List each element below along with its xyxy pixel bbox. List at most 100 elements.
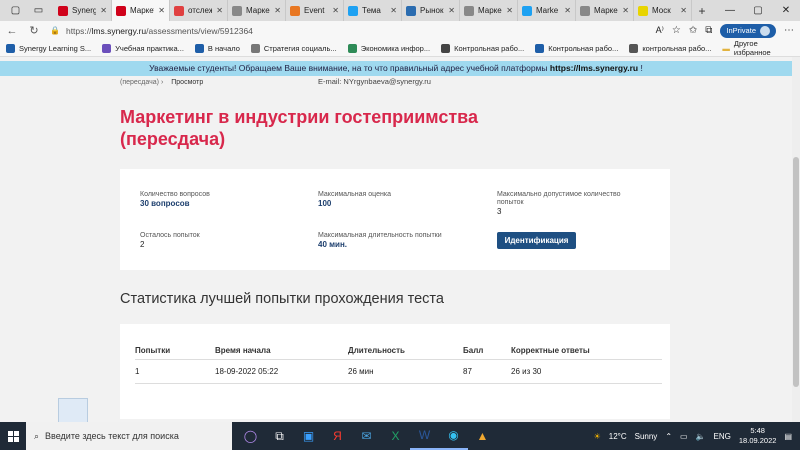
network-icon[interactable]: ▭ [680,432,688,441]
scrollbar-thumb[interactable] [793,157,799,387]
windows-logo-icon [7,430,19,442]
browser-tab[interactable]: Марке ✕ [576,0,634,21]
browser-tab[interactable]: Марке ✕ [460,0,518,21]
other-bookmarks[interactable]: ▬ Другое избранное [722,39,794,57]
bookmark-favicon-icon [629,43,639,53]
taskbar-search[interactable]: ⌕ Введите здесь текст для поиска [26,422,232,450]
tab-close-icon[interactable]: ✕ [564,6,571,15]
tab-close-icon[interactable]: ✕ [216,6,223,15]
weather-temp[interactable]: 12°C [609,432,627,441]
bookmark-favicon-icon [441,43,451,53]
tab-title: Synergy [72,6,96,15]
volume-icon[interactable]: 🔈 [696,432,706,441]
mail-icon[interactable]: ✉ [352,422,381,450]
max-score-field: Максимальная оценка 100 [318,191,391,209]
max-duration-value: 40 мин. [318,240,348,249]
clock-date: 18.09.2022 [738,436,777,445]
tab-close-icon[interactable]: ✕ [390,6,397,15]
system-tray: ☀ 12°C Sunny ⌃ ▭ 🔈 ENG 5:48 18.09.2022 ▤ [594,426,800,446]
word-icon[interactable]: W [410,422,439,450]
bookmark-item[interactable]: Экономика инфор... [347,43,430,53]
store-icon[interactable]: ▣ [294,422,323,450]
cortana-icon[interactable]: ◯ [236,422,265,450]
tab-title: Маркет [130,6,154,15]
clock[interactable]: 5:48 18.09.2022 [739,426,777,446]
notice-text: Уважаемые студенты! Обращаем Ваше вниман… [149,63,548,73]
read-aloud-icon[interactable]: A⁾ [656,25,664,36]
tab-title: Марке [478,6,502,15]
bookmark-item[interactable]: Учебная практика... [102,43,184,53]
clock-time: 5:48 [750,426,765,435]
new-tab-button[interactable]: + [692,4,712,18]
tab-favicon-icon [522,5,532,16]
task-view-icon[interactable]: ⧉ [265,422,294,450]
favorite-star-icon[interactable]: ☆ [672,25,681,36]
bookmark-item[interactable]: В начало [194,43,240,53]
breadcrumb-separator: › [160,79,164,86]
start-button[interactable] [0,422,26,450]
notice-link[interactable]: https://lms.synergy.ru [550,63,638,73]
collections-icon[interactable]: ⧉ [705,25,712,36]
browser-tab[interactable]: Маркет ✕ [112,0,170,21]
more-menu-icon[interactable]: ⋯ [784,25,794,36]
tab-close-icon[interactable]: ✕ [622,6,629,15]
browser-tab[interactable]: Synergy ✕ [54,0,112,21]
bookmark-item[interactable]: Стратегия социаль... [250,43,337,53]
language-indicator[interactable]: ENG [714,432,731,441]
weather-text[interactable]: Sunny [635,432,658,441]
notifications-icon[interactable]: ▤ [784,432,792,441]
tab-close-icon[interactable]: ✕ [274,6,281,15]
photos-icon[interactable]: ▲ [468,422,497,450]
tab-favicon-icon [174,5,184,16]
tab-actions: ▢ ▭ [0,0,54,21]
tab-close-icon[interactable]: ✕ [332,6,339,15]
search-icon: ⌕ [34,430,40,441]
browser-tab[interactable]: Тема ✕ [344,0,402,21]
tab-close-icon[interactable]: ✕ [158,6,165,15]
browser-tab[interactable]: Марке ✕ [228,0,286,21]
bookmark-label: Контрольная рабо... [454,43,525,53]
browser-tab[interactable]: Marke ✕ [518,0,576,21]
browser-tab[interactable]: Event ✕ [286,0,344,21]
tab-favicon-icon [116,5,126,16]
breadcrumb-prev[interactable]: (пересдача) [120,79,159,86]
folder-icon: ▬ [722,43,730,53]
browser-tab[interactable]: Рынок ✕ [402,0,460,21]
tab-close-icon[interactable]: ✕ [680,6,687,15]
tab-close-icon[interactable]: ✕ [100,6,107,15]
avatar-icon [760,25,770,36]
bookmark-item[interactable]: Контрольная рабо... [441,43,525,53]
floating-widget-icon[interactable] [58,398,88,422]
url-field[interactable]: 🔒 https://lms.synergy.ru/assessments/vie… [50,23,610,38]
tab-actions-icon[interactable]: ▢ [11,5,20,16]
maximize-button[interactable]: ▢ [744,0,772,21]
tray-chevron-icon[interactable]: ⌃ [665,432,672,441]
bookmarks-bar: Synergy Learning S... Учебная практика...… [0,39,800,57]
cell-score: 87 [463,367,472,376]
tab-title: Event [304,6,325,15]
minimize-button[interactable]: — [716,0,744,21]
max-score-label: Максимальная оценка [318,191,391,198]
yandex-icon[interactable]: Я [323,422,352,450]
excel-icon[interactable]: X [381,422,410,450]
workspaces-icon[interactable]: ▭ [34,5,43,16]
max-score-value: 100 [318,199,332,208]
refresh-icon[interactable]: ↻ [28,24,40,37]
browser-tab[interactable]: отслеж ✕ [170,0,228,21]
edge-icon[interactable]: ◉ [439,422,468,450]
browser-tab[interactable]: Моск ✕ [634,0,692,21]
attempts-left-field: Осталось попыток 2 [140,232,200,250]
bookmark-item[interactable]: контрольная рабо... [629,43,711,53]
back-icon[interactable]: ← [6,25,18,37]
identification-button[interactable]: Идентификация [497,232,576,249]
bookmark-item[interactable]: Контрольная рабо... [535,43,618,53]
tab-close-icon[interactable]: ✕ [448,6,455,15]
favorites-icon[interactable]: ✩ [689,25,697,36]
tab-close-icon[interactable]: ✕ [506,6,513,15]
inprivate-badge[interactable]: InPrivate [720,23,776,38]
col-header-duration: Длительность [348,346,405,355]
bookmark-item[interactable]: Synergy Learning S... [6,43,91,53]
page-scrollbar[interactable] [792,57,800,422]
close-window-button[interactable]: ✕ [772,0,800,21]
cell-start-time: 18-09-2022 05:22 [215,367,279,376]
